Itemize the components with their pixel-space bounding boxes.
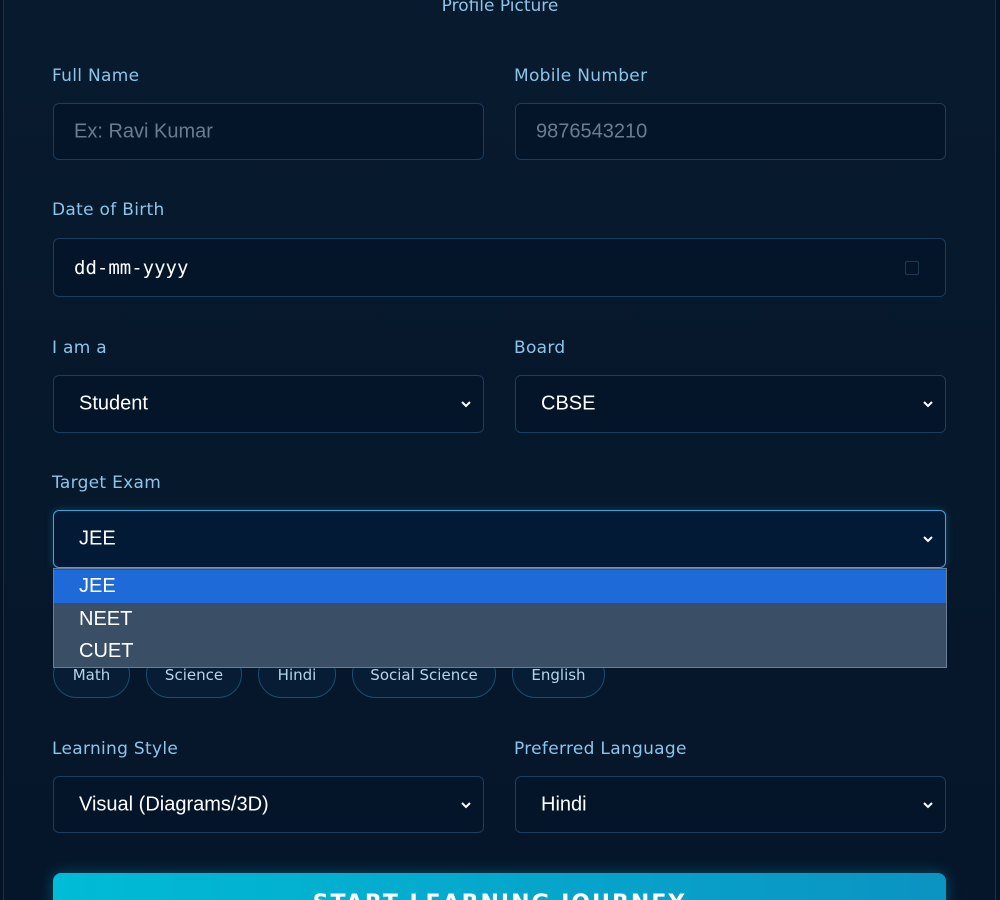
chevron-down-icon <box>923 401 933 408</box>
option-jee[interactable]: JEE <box>54 570 946 603</box>
option-cuet[interactable]: CUET <box>54 635 946 668</box>
target-exam-value: JEE <box>79 527 116 550</box>
calendar-icon[interactable] <box>905 260 919 275</box>
target-exam-select[interactable]: JEE <box>53 510 946 568</box>
profile-picture-label: Profile Picture <box>441 0 559 16</box>
full-name-placeholder: Ex: Ravi Kumar <box>74 120 213 142</box>
dob-field[interactable]: dd-mm-yyyy <box>53 238 946 297</box>
dob-placeholder: dd-mm-yyyy <box>74 256 189 279</box>
mobile-number-placeholder: 9876543210 <box>536 120 648 142</box>
preferred-language-value: Hindi <box>541 793 587 815</box>
target-exam-label: Target Exam <box>52 473 162 493</box>
dob-label: Date of Birth <box>52 200 165 220</box>
full-name-field[interactable]: Ex: Ravi Kumar <box>53 103 484 160</box>
chevron-down-icon <box>461 801 471 808</box>
chevron-down-icon <box>461 401 471 408</box>
role-select[interactable]: Student <box>53 375 484 433</box>
mobile-number-label: Mobile Number <box>514 66 648 86</box>
chevron-down-icon <box>923 536 933 543</box>
board-value: CBSE <box>541 392 596 415</box>
learning-style-value: Visual (Diagrams/3D) <box>79 793 269 815</box>
preferred-language-label: Preferred Language <box>514 739 687 759</box>
preferred-language-select[interactable]: Hindi <box>515 776 946 833</box>
mobile-number-field[interactable]: 9876543210 <box>515 103 946 160</box>
role-value: Student <box>79 392 148 415</box>
learning-style-select[interactable]: Visual (Diagrams/3D) <box>53 776 484 833</box>
role-label: I am a <box>52 338 108 358</box>
board-label: Board <box>514 338 566 358</box>
target-exam-dropdown: JEE NEET CUET <box>53 568 947 668</box>
board-select[interactable]: CBSE <box>515 375 946 433</box>
option-neet[interactable]: NEET <box>54 603 946 636</box>
start-learning-button[interactable]: START LEARNING JOURNEY <box>53 873 946 900</box>
learning-style-label: Learning Style <box>52 739 179 759</box>
chevron-down-icon <box>923 801 933 808</box>
full-name-label: Full Name <box>52 66 140 86</box>
